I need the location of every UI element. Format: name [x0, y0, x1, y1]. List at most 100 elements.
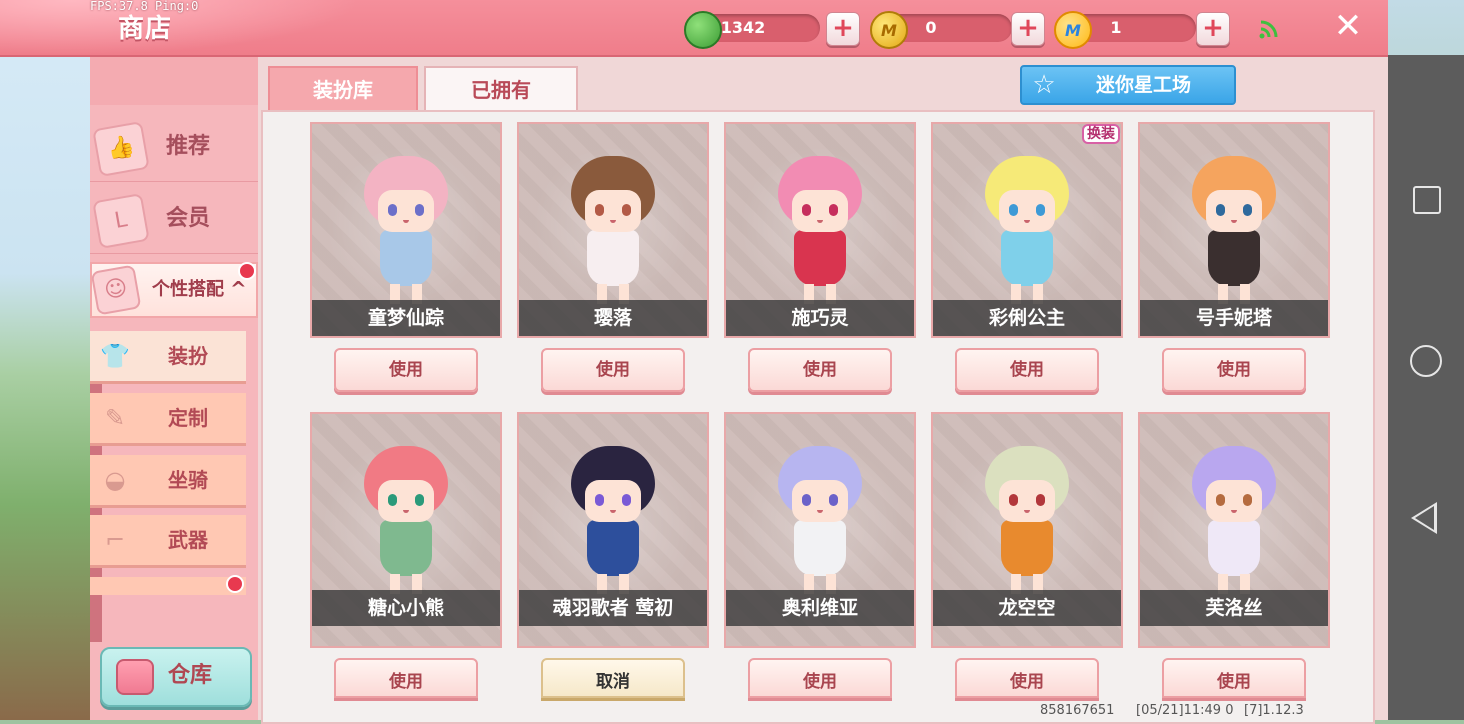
use-button[interactable]: 使用 [748, 348, 892, 392]
sidebar-subitem-mount[interactable]: ◒ 坐骑 [90, 455, 246, 508]
star-icon: ☆ [1032, 70, 1056, 100]
use-button[interactable]: 使用 [541, 348, 685, 392]
avatar-mouth [817, 510, 823, 513]
sidebar-item-vip[interactable]: L 会员 [90, 185, 258, 254]
outfit-card[interactable]: 童梦仙踪 [310, 122, 502, 338]
avatar-mouth [403, 220, 409, 223]
avatar-eye [1009, 494, 1018, 506]
avatar-eye [1216, 204, 1225, 216]
avatar-eye [802, 204, 811, 216]
sidebar-item-label: 个性搭配 [152, 279, 224, 300]
sidebar-item-recommend[interactable]: 👍 推荐 [90, 113, 258, 182]
close-icon[interactable]: ✕ [1330, 8, 1366, 44]
sidebar-subitem-outfit[interactable]: 👕 装扮 [90, 331, 246, 384]
avatar-mouth [817, 220, 823, 223]
sidebar-subitem-weapon[interactable]: ⌐ 武器 [90, 515, 246, 568]
avatar-eye [622, 204, 631, 216]
use-button[interactable]: 使用 [748, 658, 892, 698]
avatar-mouth [1231, 220, 1237, 223]
outfit-card[interactable]: 芙洛丝 [1138, 412, 1330, 648]
add-gem-button[interactable]: + [826, 12, 860, 46]
swap-badge: 换装 [1082, 124, 1120, 144]
character-avatar [760, 146, 880, 306]
avatar-mouth [1024, 510, 1030, 513]
warehouse-button[interactable]: 仓库 [100, 647, 252, 707]
outfit-name: 童梦仙踪 [312, 300, 500, 336]
add-mini-coin-button[interactable]: + [1196, 12, 1230, 46]
character-avatar [967, 146, 1087, 306]
back-icon[interactable] [1411, 502, 1437, 534]
avatar-eye [388, 204, 397, 216]
green-gem-icon [684, 11, 722, 49]
sidebar-item-style[interactable]: ☺ 个性搭配 ^ [90, 262, 258, 318]
use-button[interactable]: 使用 [334, 348, 478, 392]
character-avatar [1174, 146, 1294, 306]
use-button[interactable]: 使用 [1162, 658, 1306, 698]
character-avatar [760, 436, 880, 596]
recent-apps-icon[interactable] [1413, 186, 1441, 214]
use-button[interactable]: 使用 [1162, 348, 1306, 392]
outfit-name: 魂羽歌者 莺初 [519, 590, 707, 626]
brush-icon: ✎ [104, 404, 126, 432]
character-avatar [553, 436, 673, 596]
outfit-name: 施巧灵 [726, 300, 914, 336]
avatar-mouth [403, 510, 409, 513]
version-label: [7]1.12.3 [1244, 703, 1304, 718]
cancel-button[interactable]: 取消 [541, 658, 685, 698]
outfit-name: 彩俐公主 [933, 300, 1121, 336]
gun-icon: ⌐ [104, 526, 126, 554]
player-id: 858167651 [1040, 703, 1115, 718]
avatar-eye [1243, 204, 1252, 216]
avatar-outfit [794, 520, 846, 576]
box-icon [116, 659, 154, 695]
avatar-mouth [610, 510, 616, 513]
character-avatar [346, 146, 466, 306]
avatar-face [792, 480, 848, 522]
outfit-card[interactable]: 魂羽歌者 莺初 [517, 412, 709, 648]
outfit-name: 号手妮塔 [1140, 300, 1328, 336]
avatar-outfit [1208, 230, 1260, 286]
outfit-name: 糖心小熊 [312, 590, 500, 626]
sidebar-subitem-custom[interactable]: ✎ 定制 [90, 393, 246, 446]
use-button[interactable]: 使用 [334, 658, 478, 698]
outfit-card[interactable]: 龙空空 [931, 412, 1123, 648]
avatar-outfit [1208, 520, 1260, 576]
warehouse-label: 仓库 [168, 663, 213, 688]
avatar-eye [595, 494, 604, 506]
sidebar-item-label: 会员 [166, 206, 211, 231]
outfit-name: 璎落 [519, 300, 707, 336]
avatar-face [792, 190, 848, 232]
home-icon[interactable] [1410, 345, 1442, 377]
gold-m-coin-icon: M [870, 11, 908, 49]
tab-outfit-library[interactable]: 装扮库 [268, 66, 418, 112]
avatar-eye [1243, 494, 1252, 506]
avatar-eye [1036, 494, 1045, 506]
outfit-card[interactable]: 彩俐公主 [931, 122, 1123, 338]
outfit-card[interactable]: 号手妮塔 [1138, 122, 1330, 338]
server-time: [05/21]11:49 0 [1136, 703, 1234, 718]
use-button[interactable]: 使用 [955, 348, 1099, 392]
outfit-card[interactable]: 奥利维亚 [724, 412, 916, 648]
avatar-face [1206, 480, 1262, 522]
outfit-card[interactable]: 糖心小熊 [310, 412, 502, 648]
outfit-card[interactable]: 璎落 [517, 122, 709, 338]
outfit-name: 龙空空 [933, 590, 1121, 626]
avatar-face [378, 480, 434, 522]
avatar-outfit [380, 230, 432, 286]
sidebar-item-label: 定制 [168, 406, 208, 430]
mini-coin-icon: M [1054, 11, 1092, 49]
outfit-name: 奥利维亚 [726, 590, 914, 626]
outfit-card[interactable]: 施巧灵 [724, 122, 916, 338]
sidebar-subitem-partial [90, 577, 246, 595]
avatar-eye [415, 204, 424, 216]
avatar-mouth [1024, 220, 1030, 223]
notification-dot [226, 575, 244, 593]
use-button[interactable]: 使用 [955, 658, 1099, 698]
shirt-icon: 👕 [100, 342, 130, 370]
add-coin-button[interactable]: + [1011, 12, 1045, 46]
tab-owned[interactable]: 已拥有 [424, 66, 578, 112]
character-avatar [346, 436, 466, 596]
avatar-eye [388, 494, 397, 506]
outfit-name: 芙洛丝 [1140, 590, 1328, 626]
mini-workshop-button[interactable]: ☆ 迷你星工场 [1020, 65, 1236, 105]
